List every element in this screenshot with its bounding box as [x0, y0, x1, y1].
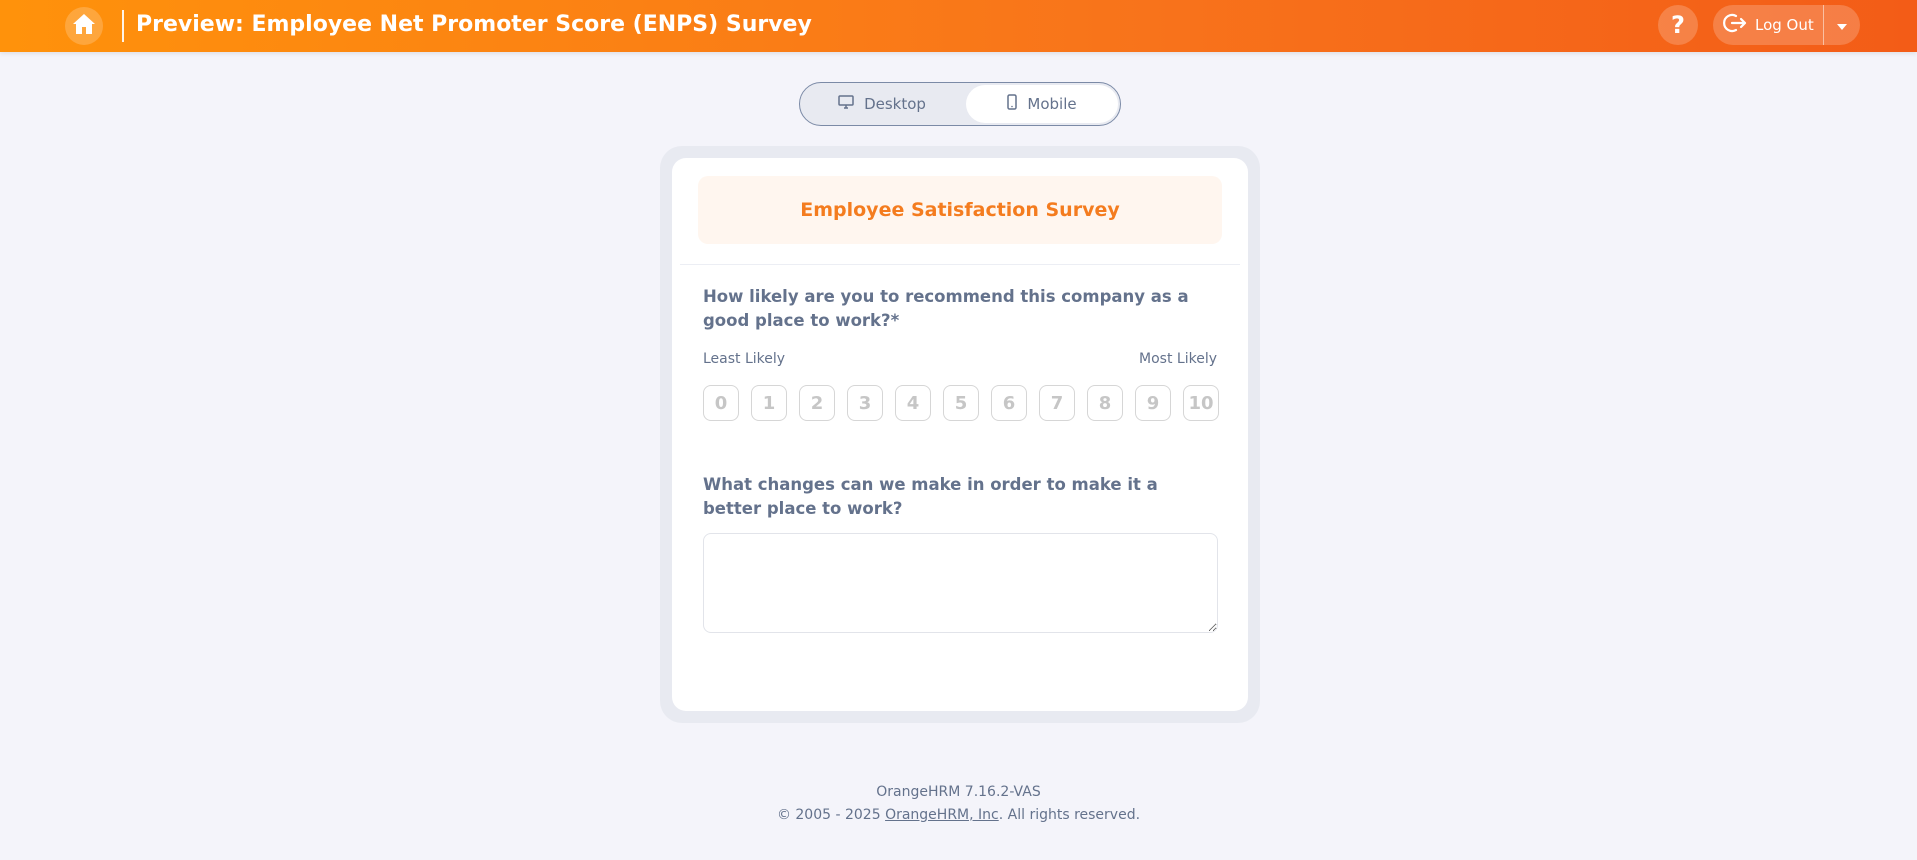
company-link[interactable]: OrangeHRM, Inc: [885, 807, 999, 823]
score-option-0[interactable]: 0: [703, 385, 739, 421]
logout-button-group: Log Out: [1713, 5, 1860, 45]
question-1-text: How likely are you to recommend this com…: [703, 287, 1189, 330]
home-icon: [72, 13, 96, 39]
logout-button[interactable]: Log Out: [1713, 5, 1823, 45]
score-option-6[interactable]: 6: [991, 385, 1027, 421]
footer-copyright: © 2005 - 2025 OrangeHRM, Inc. All rights…: [0, 807, 1917, 823]
logout-label: Log Out: [1755, 16, 1814, 34]
copyright-suffix: . All rights reserved.: [998, 807, 1141, 823]
desktop-label: Desktop: [864, 95, 926, 113]
scale-max-label: Most Likely: [1139, 351, 1217, 367]
mobile-preview-frame: Employee Satisfaction Survey How likely …: [660, 146, 1260, 723]
page-title: Preview: Employee Net Promoter Score (EN…: [136, 12, 812, 37]
copyright-prefix: © 2005 - 2025: [776, 807, 886, 823]
score-option-5[interactable]: 5: [943, 385, 979, 421]
score-option-1[interactable]: 1: [751, 385, 787, 421]
score-option-9[interactable]: 9: [1135, 385, 1171, 421]
monitor-icon: [838, 95, 864, 113]
preview-mode-toggle: Desktop Mobile: [799, 82, 1121, 126]
home-button[interactable]: [65, 7, 103, 45]
question-2-text: What changes can we make in order to mak…: [703, 475, 1158, 518]
mobile-label: Mobile: [1027, 95, 1077, 113]
desktop-view-option[interactable]: Desktop: [802, 85, 962, 123]
logout-icon: [1723, 13, 1755, 37]
survey-title: Employee Satisfaction Survey: [698, 176, 1222, 244]
scale-min-label: Least Likely: [703, 351, 786, 367]
caret-down-icon: [1836, 16, 1848, 35]
section-divider: [680, 264, 1240, 265]
score-option-8[interactable]: 8: [1087, 385, 1123, 421]
mobile-preview-screen: Employee Satisfaction Survey How likely …: [672, 158, 1248, 711]
nps-score-scale: 0 1 2 3 4 5 6 7 8 9 10: [703, 385, 1219, 421]
footer-version: OrangeHRM 7.16.2-VAS: [876, 784, 1041, 800]
help-button[interactable]: ?: [1658, 5, 1698, 45]
mobile-phone-icon: [1007, 94, 1027, 114]
header-divider: [122, 10, 124, 42]
feedback-textarea[interactable]: [703, 533, 1218, 633]
score-option-7[interactable]: 7: [1039, 385, 1075, 421]
top-header-bar: Preview: Employee Net Promoter Score (EN…: [0, 0, 1917, 52]
score-option-2[interactable]: 2: [799, 385, 835, 421]
mobile-view-option[interactable]: Mobile: [966, 85, 1118, 123]
score-option-3[interactable]: 3: [847, 385, 883, 421]
score-option-4[interactable]: 4: [895, 385, 931, 421]
logout-menu-toggle[interactable]: [1824, 5, 1860, 45]
score-option-10[interactable]: 10: [1183, 385, 1219, 421]
